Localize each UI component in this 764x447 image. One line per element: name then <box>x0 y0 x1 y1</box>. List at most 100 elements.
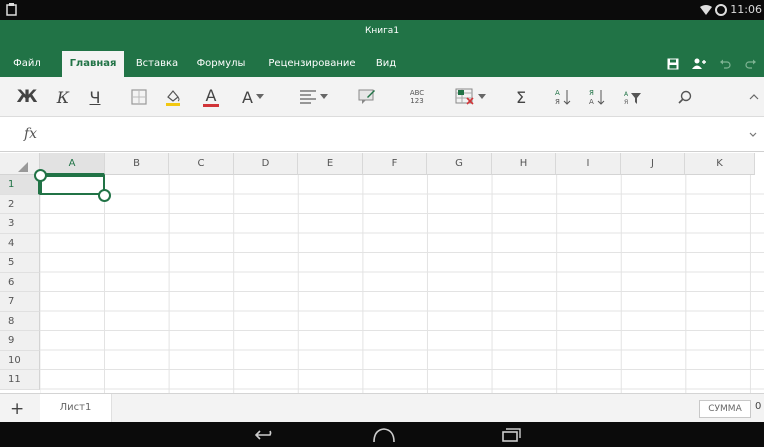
recent-apps-button[interactable] <box>498 426 524 444</box>
chevron-down-icon <box>320 94 328 99</box>
screenshot-notification-icon <box>6 3 17 16</box>
italic-label: К <box>56 87 70 107</box>
row-header-5[interactable]: 5 <box>0 253 40 273</box>
row-header-2[interactable]: 2 <box>0 194 40 214</box>
comment-icon <box>358 89 375 104</box>
column-header-g[interactable]: G <box>427 153 492 175</box>
row-header-4[interactable]: 4 <box>0 233 40 253</box>
tab-home[interactable]: Главная <box>62 51 124 77</box>
underline-label: Ч <box>89 87 101 107</box>
selected-cell[interactable] <box>40 175 105 195</box>
status-right: 11:06 <box>700 2 762 18</box>
column-header-f[interactable]: F <box>363 153 427 175</box>
bold-button[interactable]: Ж <box>14 85 40 109</box>
ribbon-quick-actions <box>660 55 764 73</box>
column-header-h[interactable]: H <box>492 153 556 175</box>
select-all-icon <box>18 162 28 172</box>
align-button[interactable] <box>296 85 332 109</box>
row-header-10[interactable]: 10 <box>0 350 40 370</box>
status-bar: 11:06 <box>0 0 764 20</box>
column-header-c[interactable]: C <box>169 153 234 175</box>
chevron-down-icon <box>255 94 264 99</box>
insert-delete-button[interactable] <box>450 85 490 109</box>
add-sheet-button[interactable]: + <box>10 399 24 419</box>
column-header-d[interactable]: D <box>234 153 298 175</box>
home-toolbar: Ж К Ч А А ABC 123 Σ AЯ ЯA A Я <box>0 77 764 117</box>
autosum-button[interactable]: Σ <box>508 85 534 109</box>
tab-insert[interactable]: Вставка <box>130 53 184 77</box>
share-icon[interactable] <box>686 55 712 73</box>
italic-button[interactable]: К <box>50 85 76 109</box>
column-header-j[interactable]: J <box>621 153 685 175</box>
row-header-6[interactable]: 6 <box>0 272 40 292</box>
sort-descending-button[interactable]: ЯA <box>584 85 610 109</box>
column-header-b[interactable]: B <box>105 153 169 175</box>
sheet-bar: + Лист1 СУММА 0 <box>0 393 764 422</box>
filter-button[interactable]: AЯ <box>620 85 646 109</box>
fill-color-button[interactable] <box>160 85 186 109</box>
search-button[interactable] <box>672 85 698 109</box>
borders-icon <box>131 89 147 105</box>
android-nav-bar <box>0 422 764 447</box>
tab-file[interactable]: Файл <box>8 53 46 77</box>
formula-bar[interactable]: fx <box>0 118 764 152</box>
row-header-7[interactable]: 7 <box>0 292 40 312</box>
column-header-i[interactable]: I <box>556 153 621 175</box>
status-sum-label[interactable]: СУММА <box>699 400 751 418</box>
spreadsheet-grid[interactable]: ABCDEFGHIJK 1 2 3 4 5 6 7 8 9 10 11 <box>0 153 764 393</box>
back-button[interactable] <box>252 426 278 444</box>
selection-handle-bottom-right[interactable] <box>98 189 111 202</box>
tab-view[interactable]: Вид <box>370 53 402 77</box>
selection-handle-top-left[interactable] <box>34 169 47 182</box>
font-size-button[interactable]: А <box>236 85 270 109</box>
insert-cells-icon <box>455 88 474 105</box>
fill-color-icon <box>166 90 180 106</box>
sort-descending-icon: ЯA <box>589 89 605 106</box>
row-header-3[interactable]: 3 <box>0 214 40 234</box>
borders-button[interactable] <box>126 85 152 109</box>
svg-text:Я: Я <box>624 99 628 105</box>
font-color-button[interactable]: А <box>198 85 224 109</box>
bold-label: Ж <box>16 87 38 107</box>
sort-ascending-button[interactable]: AЯ <box>550 85 576 109</box>
save-icon[interactable] <box>660 55 686 73</box>
recent-apps-icon <box>502 428 521 442</box>
ribbon-tabs: Файл Главная Вставка Формулы Рецензирова… <box>0 45 764 77</box>
svg-text:A: A <box>555 89 560 97</box>
autosum-label: Σ <box>515 87 527 107</box>
sheet-tab[interactable]: Лист1 <box>40 394 112 422</box>
underline-button[interactable]: Ч <box>82 85 108 109</box>
comment-button[interactable] <box>354 85 380 109</box>
expand-formula-icon[interactable] <box>748 130 758 140</box>
home-icon <box>373 428 395 443</box>
svg-text:A: A <box>624 91 629 98</box>
home-button[interactable] <box>371 426 397 444</box>
title-bar: Книга1 <box>0 20 764 45</box>
align-icon <box>300 90 316 104</box>
column-header-e[interactable]: E <box>298 153 363 175</box>
row-header-8[interactable]: 8 <box>0 311 40 331</box>
redo-icon[interactable] <box>738 55 764 73</box>
undo-icon[interactable] <box>712 55 738 73</box>
column-header-a[interactable]: A <box>40 153 105 175</box>
svg-text:Я: Я <box>589 89 594 97</box>
wrap-text-button[interactable]: ABC 123 <box>404 85 430 109</box>
back-icon <box>254 430 272 440</box>
sort-ascending-icon: AЯ <box>555 89 571 106</box>
function-icon[interactable]: fx <box>24 126 37 142</box>
tab-formulas[interactable]: Формулы <box>190 53 252 77</box>
tab-review[interactable]: Рецензирование <box>258 53 366 77</box>
chevron-down-icon <box>477 94 486 99</box>
row-header-9[interactable]: 9 <box>0 331 40 351</box>
status-time: 11:06 <box>730 3 762 16</box>
collapse-ribbon-button[interactable] <box>746 85 762 109</box>
wifi-icon <box>700 5 713 15</box>
font-color-label: А <box>205 85 217 105</box>
font-size-label: А <box>242 87 253 107</box>
formula-input[interactable] <box>52 127 732 143</box>
filter-icon: AЯ <box>624 91 641 105</box>
row-header-11[interactable]: 11 <box>0 370 40 390</box>
cell-area[interactable] <box>40 175 764 393</box>
column-header-k[interactable]: K <box>685 153 755 175</box>
font-color-swatch <box>203 103 219 107</box>
